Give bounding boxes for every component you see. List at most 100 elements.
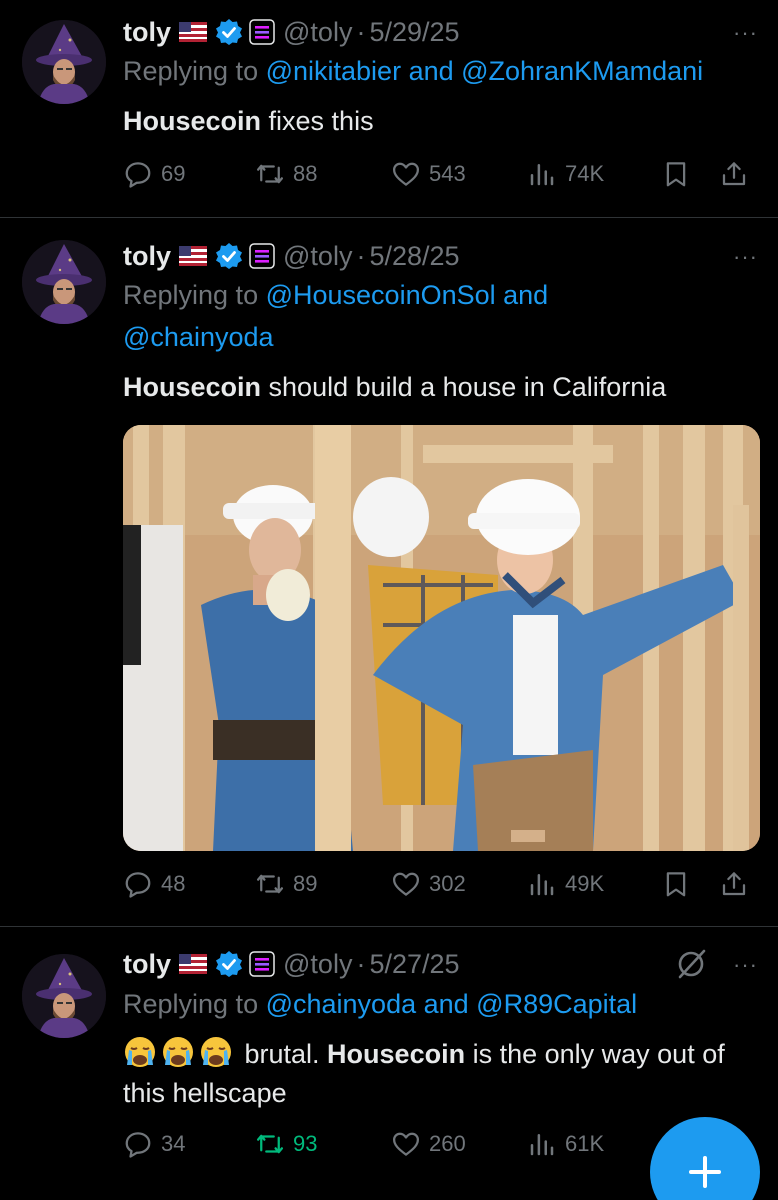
tweet-actions: 69 88 543 74K [123, 154, 763, 194]
like-icon [393, 162, 419, 186]
like-count: 260 [429, 1131, 466, 1156]
retweet-button[interactable]: 89 [255, 864, 317, 904]
more-options-button[interactable]: ··· [733, 952, 758, 978]
tweet-date[interactable]: 5/28/25 [369, 241, 459, 272]
mention-link[interactable]: @chainyoda [266, 989, 417, 1019]
tweet[interactable]: toly @toly · 5/28/25 ··· Replying to @Ho… [0, 218, 778, 926]
affiliate-badge-icon[interactable] [249, 951, 275, 977]
bookmark-icon [666, 162, 686, 187]
share-icon [722, 162, 746, 186]
reply-count: 69 [161, 161, 186, 186]
crying-emoji-icon [201, 1037, 231, 1067]
retweet-button[interactable]: 88 [255, 154, 317, 194]
avatar[interactable] [22, 20, 106, 104]
bookmark-button[interactable] [661, 154, 699, 194]
replying-to: Replying to @nikitabier and @ZohranKMamd… [123, 50, 763, 92]
tweet-text-rest: should build a house in California [261, 372, 667, 402]
verified-icon[interactable] [215, 242, 243, 270]
affiliate-badge-icon[interactable] [249, 243, 275, 269]
compose-plus-icon [689, 1156, 721, 1188]
share-button[interactable] [719, 154, 757, 194]
reply-button[interactable]: 34 [123, 1124, 185, 1164]
crying-emoji-icon [125, 1037, 155, 1067]
bookmark-icon [666, 872, 686, 897]
tweet[interactable]: toly @toly · 5/29/25 ··· Replying to @ni… [0, 0, 778, 217]
replying-to-and[interactable]: and [416, 989, 476, 1019]
reply-count: 48 [161, 871, 186, 896]
dot-separator: · [356, 948, 366, 979]
views-count: 61K [565, 1131, 605, 1156]
us-flag-icon [179, 22, 208, 42]
replying-to-prefix: Replying to [123, 56, 266, 86]
views-button[interactable]: 74K [527, 154, 604, 194]
tweet-text: brutal. Housecoin is the only way out of… [123, 1035, 763, 1113]
display-name[interactable]: toly [123, 17, 171, 48]
reply-count: 34 [161, 1131, 186, 1156]
tweet-text-pre: brutal. [237, 1039, 328, 1069]
views-icon [530, 1134, 554, 1156]
retweet-count: 88 [293, 161, 318, 186]
views-count: 74K [565, 161, 605, 186]
tweet-text-bold: Housecoin [123, 372, 262, 402]
avatar[interactable] [22, 954, 106, 1038]
handle[interactable]: @toly [283, 949, 352, 980]
like-icon [393, 872, 419, 896]
tweet-date[interactable]: 5/27/25 [369, 949, 459, 980]
wizard-avatar-icon [22, 240, 106, 324]
handle[interactable]: @toly [283, 17, 352, 48]
wizard-avatar-icon [22, 20, 106, 104]
display-name[interactable]: toly [123, 949, 171, 980]
tweet-photo[interactable] [123, 425, 760, 851]
replying-to: Replying to @HousecoinOnSol and @chainyo… [123, 274, 643, 358]
verified-icon[interactable] [215, 950, 243, 978]
like-button[interactable]: 302 [391, 864, 466, 904]
mention-link[interactable]: @HousecoinOnSol [266, 280, 496, 310]
retweet-button[interactable]: 93 [255, 1124, 317, 1164]
replying-to-and[interactable]: and [496, 280, 548, 310]
mention-link[interactable]: @chainyoda [123, 322, 274, 352]
views-button[interactable]: 49K [527, 864, 604, 904]
more-options-button[interactable]: ··· [733, 20, 758, 46]
views-icon [530, 874, 554, 896]
mention-link[interactable]: @R89Capital [476, 989, 637, 1019]
reply-icon [125, 162, 151, 188]
mention-link[interactable]: @ZohranKMamdani [461, 56, 703, 86]
crying-emoji-icon [163, 1037, 193, 1067]
mention-link[interactable]: @nikitabier [266, 56, 401, 86]
tweet-text: Housecoin should build a house in Califo… [123, 368, 763, 407]
bookmark-button[interactable] [661, 864, 699, 904]
dot-separator: · [356, 240, 366, 271]
tweet-header: toly @toly · 5/27/25 [123, 944, 460, 984]
grok-icon[interactable] [674, 947, 708, 981]
views-button[interactable]: 61K [527, 1124, 604, 1164]
replying-to-and[interactable]: and [401, 56, 461, 86]
like-icon [393, 1132, 419, 1156]
replying-to-prefix: Replying to [123, 989, 266, 1019]
replying-to: Replying to @chainyoda and @R89Capital [123, 983, 763, 1025]
wizard-avatar-icon [22, 954, 106, 1038]
display-name[interactable]: toly [123, 241, 171, 272]
tweet-date[interactable]: 5/29/25 [369, 17, 459, 48]
retweet-count: 93 [293, 1131, 318, 1156]
retweet-icon [257, 874, 283, 894]
tweet-text-rest: fixes this [261, 106, 374, 136]
affiliate-badge-icon[interactable] [249, 19, 275, 45]
reply-button[interactable]: 69 [123, 154, 185, 194]
like-button[interactable]: 260 [391, 1124, 466, 1164]
retweet-icon [257, 164, 283, 184]
tweet-text-bold: Housecoin [123, 106, 262, 136]
avatar[interactable] [22, 240, 106, 324]
tweet-header: toly @toly · 5/29/25 [123, 12, 460, 52]
handle[interactable]: @toly [283, 241, 352, 272]
share-button[interactable] [719, 864, 757, 904]
verified-icon[interactable] [215, 18, 243, 46]
us-flag-icon [179, 954, 208, 974]
tweet-actions: 48 89 302 49K [123, 864, 763, 904]
like-button[interactable]: 543 [391, 154, 466, 194]
like-count: 543 [429, 161, 466, 186]
views-count: 49K [565, 871, 605, 896]
views-icon [530, 164, 554, 186]
replying-to-prefix: Replying to [123, 280, 266, 310]
more-options-button[interactable]: ··· [733, 244, 758, 270]
reply-button[interactable]: 48 [123, 864, 185, 904]
